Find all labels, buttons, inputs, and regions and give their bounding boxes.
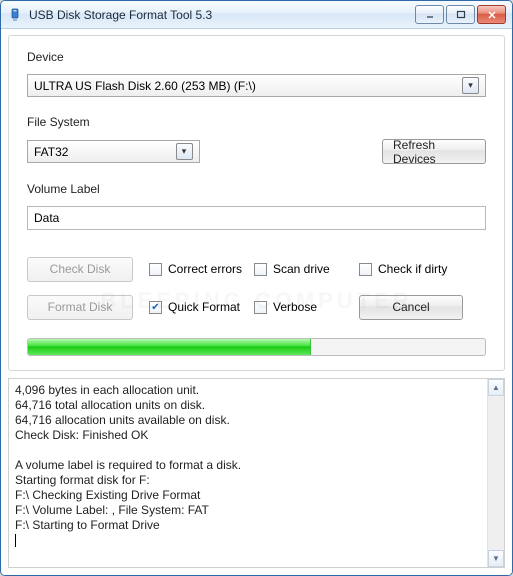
log-line: A volume label is required to format a d… [15,458,498,473]
dropdown-arrow-icon: ▾ [462,77,479,94]
log-line: Check Disk: Finished OK [15,428,498,443]
checkbox-icon [254,263,267,276]
volume-label-value: Data [34,211,59,225]
scroll-track[interactable] [488,396,504,550]
app-window: USB Disk Storage Format Tool 5.3 Device … [0,0,513,576]
scroll-down-icon[interactable]: ▼ [488,550,504,567]
checkbox-icon [149,263,162,276]
log-line: 64,716 total allocation units on disk. [15,398,498,413]
progress-bar [27,338,486,356]
checkbox-checked-icon [149,301,162,314]
app-icon [7,7,23,23]
log-caret [15,533,498,548]
main-panel: Device ULTRA US Flash Disk 2.60 (253 MB)… [8,35,505,371]
scan-drive-checkbox[interactable]: Scan drive [254,262,359,276]
check-disk-button: Check Disk [27,257,133,282]
window-body: Device ULTRA US Flash Disk 2.60 (253 MB)… [1,29,512,575]
volume-label-label: Volume Label [27,182,486,196]
filesystem-label: File System [27,115,486,129]
checkbox-icon [359,263,372,276]
format-disk-button: Format Disk [27,295,133,320]
device-value: ULTRA US Flash Disk 2.60 (253 MB) (F:\) [34,79,256,93]
quick-format-checkbox[interactable]: Quick Format [149,300,254,314]
minimize-button[interactable] [415,5,444,24]
window-controls [415,5,506,24]
progress-fill [28,339,311,355]
log-line: F:\ Starting to Format Drive [15,518,498,533]
scroll-up-icon[interactable]: ▲ [488,379,504,396]
log-line: 4,096 bytes in each allocation unit. [15,383,498,398]
window-title: USB Disk Storage Format Tool 5.3 [29,8,415,22]
log-output[interactable]: 4,096 bytes in each allocation unit. 64,… [8,378,505,568]
titlebar[interactable]: USB Disk Storage Format Tool 5.3 [1,1,512,29]
log-scrollbar[interactable]: ▲ ▼ [487,379,504,567]
cancel-button[interactable]: Cancel [359,295,463,320]
verbose-checkbox[interactable]: Verbose [254,300,359,314]
log-line: 64,716 allocation units available on dis… [15,413,498,428]
log-line: Starting format disk for F: [15,473,498,488]
log-line: F:\ Volume Label: , File System: FAT [15,503,498,518]
checkbox-icon [254,301,267,314]
filesystem-select[interactable]: FAT32 ▾ [27,140,200,163]
correct-errors-checkbox[interactable]: Correct errors [149,262,254,276]
log-line [15,443,498,458]
device-select[interactable]: ULTRA US Flash Disk 2.60 (253 MB) (F:\) … [27,74,486,97]
dropdown-arrow-icon: ▾ [176,143,193,160]
device-label: Device [27,50,486,64]
log-line: F:\ Checking Existing Drive Format [15,488,498,503]
close-button[interactable] [477,5,506,24]
maximize-button[interactable] [446,5,475,24]
refresh-devices-button[interactable]: Refresh Devices [382,139,486,164]
check-if-dirty-checkbox[interactable]: Check if dirty [359,262,447,276]
filesystem-value: FAT32 [34,145,68,159]
volume-label-input[interactable]: Data [27,206,486,230]
